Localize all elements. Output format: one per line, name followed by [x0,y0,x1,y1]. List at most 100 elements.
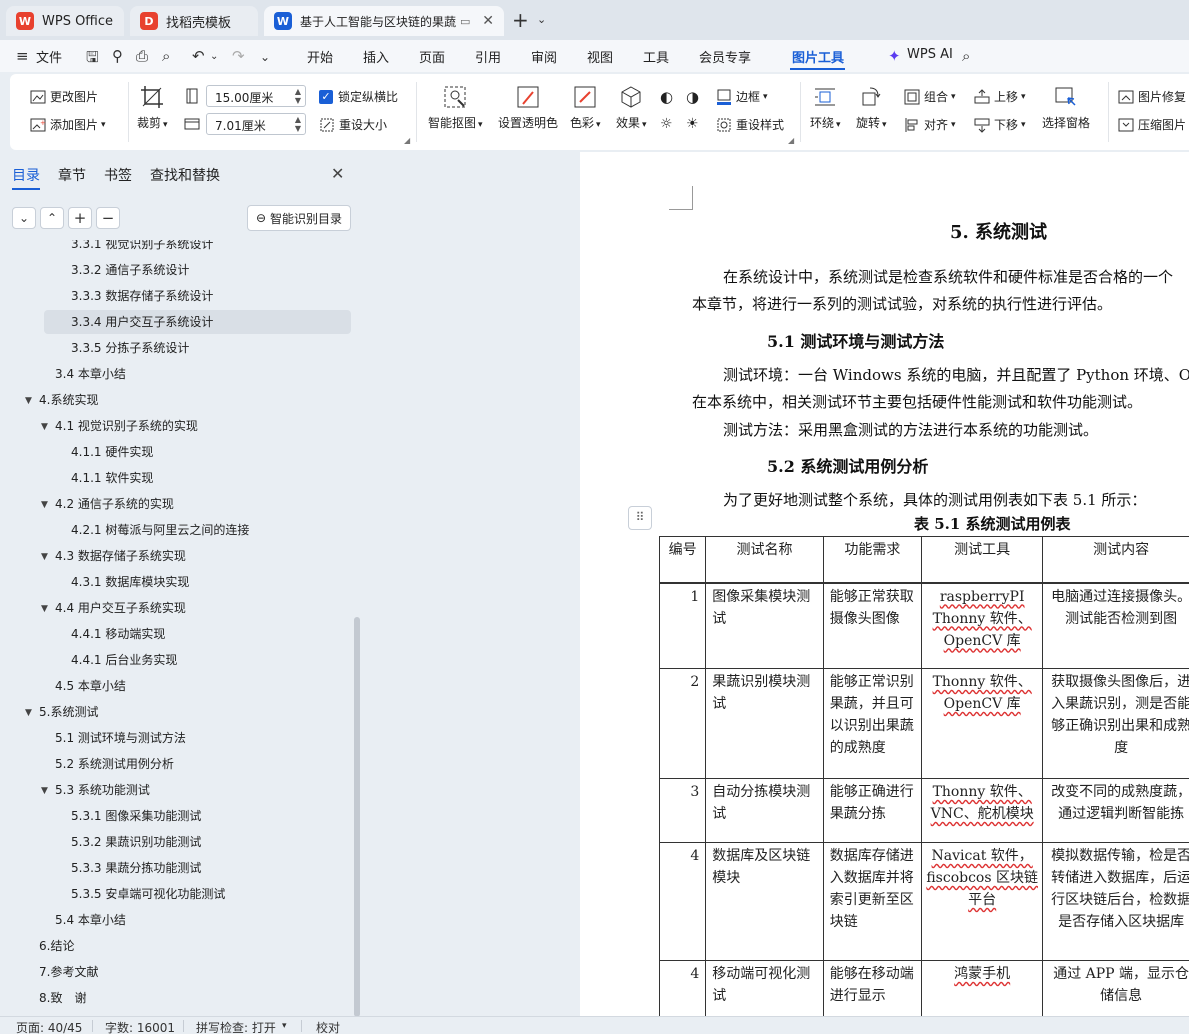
move-up-button[interactable]: 上移 ▾ [974,88,1026,105]
proofread[interactable]: 校对 [316,1019,340,1034]
menu-tools[interactable]: 工具 [643,47,669,66]
toc-scrollbar[interactable] [354,617,360,1017]
toc-item[interactable]: 3.3.5 分拣子系统设计 [0,336,350,360]
spinner-arrows-icon[interactable]: ▲ ▼ [295,87,301,105]
expand-triangle-icon[interactable]: ▼ [41,779,48,803]
contrast-down-icon[interactable]: ◑ [686,88,699,106]
toc-item[interactable]: ▼ 4.2 通信子系统的实现 [0,492,350,516]
page-count[interactable]: 页面: 40/45 [16,1019,82,1034]
hamburger-icon[interactable]: ≡ [16,47,29,65]
nav-tab-bookmarks[interactable]: 书签 [104,165,132,185]
smart-cutout-button[interactable]: 智能抠图 ▾ [428,84,483,131]
toc-item[interactable]: 3.3.3 数据存储子系统设计 [0,284,350,308]
expand-triangle-icon[interactable]: ▼ [25,701,32,725]
brightness-up-icon[interactable]: ☼ [660,116,673,132]
toc-item[interactable]: 3.3.1 视觉识别子系统设计 [0,240,350,256]
toc-item[interactable]: 4.5 本章小结 [0,674,350,698]
tab-docer-templates[interactable]: D 找稻壳模板 [130,6,258,36]
toc-item[interactable]: 7.参考文献 [0,960,350,984]
toc-item[interactable]: 3.4 本章小结 [0,362,350,386]
chevron-down-icon[interactable]: ⌄ [537,13,546,26]
tab-wps-office[interactable]: W WPS Office [6,6,124,36]
screen-icon[interactable]: ▭ [460,15,470,28]
menu-member[interactable]: 会员专享 [699,47,751,66]
wrap-button[interactable]: 环绕 ▾ [810,84,841,131]
test-case-table[interactable]: 编号 测试名称 功能需求 测试工具 测试内容 1 图像采集模块测试 能够正常获取摄像头图像 ra… [658,536,1189,1016]
effect-button[interactable]: 效果 ▾ [616,84,647,131]
toc-item[interactable]: 4.4.1 移动端实现 [0,622,350,646]
chevron-down-icon[interactable]: ▾ [282,1021,287,1031]
expand-triangle-icon[interactable]: ▼ [41,545,48,569]
share-icon[interactable]: ⚲ [112,47,123,65]
redo-icon[interactable]: ↷ [232,47,245,65]
toc-item[interactable]: ▼ 5.系统测试 [0,700,350,724]
selection-pane-button[interactable]: 选择窗格 [1042,84,1090,131]
toc-item[interactable]: 4.1.1 硬件实现 [0,440,350,464]
move-down-button[interactable]: 下移 ▾ [974,116,1026,133]
crop-button[interactable]: 裁剪 ▾ [137,84,168,131]
add-image-button[interactable]: + 添加图片 ▾ [30,116,106,133]
toc-item[interactable]: 6.结论 [0,934,350,958]
print-icon[interactable]: ⎙ [136,47,148,65]
toc-item[interactable]: ▼ 5.3 系统功能测试 [0,778,350,802]
align-button[interactable]: 对齐 ▾ [904,116,956,133]
toc-item[interactable]: 5.4 本章小结 [0,908,350,932]
search-icon[interactable]: ⌕ [962,47,970,65]
spell-check[interactable]: 拼写检查: 打开 [196,1019,276,1034]
menu-references[interactable]: 引用 [475,47,501,66]
word-count[interactable]: 字数: 16001 [105,1019,175,1034]
undo-icon[interactable]: ↶ [192,47,205,65]
toc-item[interactable]: 5.1 测试环境与测试方法 [0,726,350,750]
image-repair-button[interactable]: 图片修复 [1118,88,1186,105]
toc-item[interactable]: 5.3.2 果蔬识别功能测试 [0,830,350,854]
toc-item[interactable]: 4.1.1 软件实现 [0,466,350,490]
menu-page[interactable]: 页面 [419,47,445,66]
toc-item[interactable]: 5.3.5 安卓端可视化功能测试 [0,882,350,906]
toc-item[interactable]: 5.2 系统测试用例分析 [0,752,350,776]
dialog-launcher-icon[interactable]: ◢ [788,136,794,145]
reset-size-button[interactable]: 重设大小 [319,116,387,133]
brightness-down-icon[interactable]: ☀ [686,116,699,132]
set-transparent-button[interactable]: 设置透明色 [498,84,558,131]
smart-toc-button[interactable]: ⊖ 智能识别目录 [247,205,351,231]
wps-ai-icon[interactable]: ✦ [888,47,901,65]
expand-triangle-icon[interactable]: ▼ [41,493,48,517]
tab-document[interactable]: W 基于人工智能与区块链的果蔬 ▭ ✕ [264,6,504,36]
menu-picture-tools[interactable]: 图片工具 [792,47,844,66]
expand-triangle-icon[interactable]: ▼ [41,597,48,621]
dialog-launcher-icon[interactable]: ◢ [404,136,410,145]
save-icon[interactable]: 🖫 [86,47,99,72]
image-width-input[interactable]: 15.00厘米 ▲ ▼ [206,85,306,107]
close-icon[interactable]: ✕ [482,13,494,29]
rotate-button[interactable]: 旋转 ▾ [856,84,887,131]
toc-item[interactable]: 3.3.2 通信子系统设计 [0,258,350,282]
toc-item[interactable]: 4.3.1 数据库模块实现 [0,570,350,594]
toc-item[interactable]: ▼ 4.3 数据存储子系统实现 [0,544,350,568]
chevron-down-icon[interactable]: ⌄ [210,51,218,62]
change-image-button[interactable]: 更改图片 [30,88,98,105]
toc-item[interactable]: ▼ 4.1 视觉识别子系统的实现 [0,414,350,438]
expand-triangle-icon[interactable]: ▼ [41,415,48,439]
print-preview-icon[interactable]: ⌕ [162,47,170,65]
reset-style-button[interactable]: 重设样式 [716,116,784,133]
toc-item[interactable]: 5.3.1 图像采集功能测试 [0,804,350,828]
nav-tab-sections[interactable]: 章节 [58,165,86,185]
toc-item[interactable]: 5.3.3 果蔬分拣功能测试 [0,856,350,880]
menu-file[interactable]: 文件 [36,47,62,66]
nav-tab-toc[interactable]: 目录 [12,165,40,185]
close-icon[interactable]: ✕ [331,164,344,183]
menu-view[interactable]: 视图 [587,47,613,66]
toc-item[interactable]: 8.致 谢 [0,986,350,1010]
menu-home[interactable]: 开始 [307,47,333,66]
group-button[interactable]: 组合 ▾ [904,88,956,105]
toc-item[interactable]: 4.2.1 树莓派与阿里云之间的连接 [0,518,350,542]
border-button[interactable]: 边框 ▾ [716,88,768,105]
more-icon[interactable]: ⌄ [260,50,270,64]
remove-heading-icon[interactable]: − [96,207,120,229]
expand-triangle-icon[interactable]: ▼ [25,389,32,413]
new-tab-icon[interactable]: + [512,8,529,32]
add-heading-icon[interactable]: + [68,207,92,229]
lock-ratio-checkbox[interactable]: ✓ 锁定纵横比 [319,88,398,105]
menu-insert[interactable]: 插入 [363,47,389,66]
table-drag-handle-icon[interactable]: ⠿ [628,506,652,530]
